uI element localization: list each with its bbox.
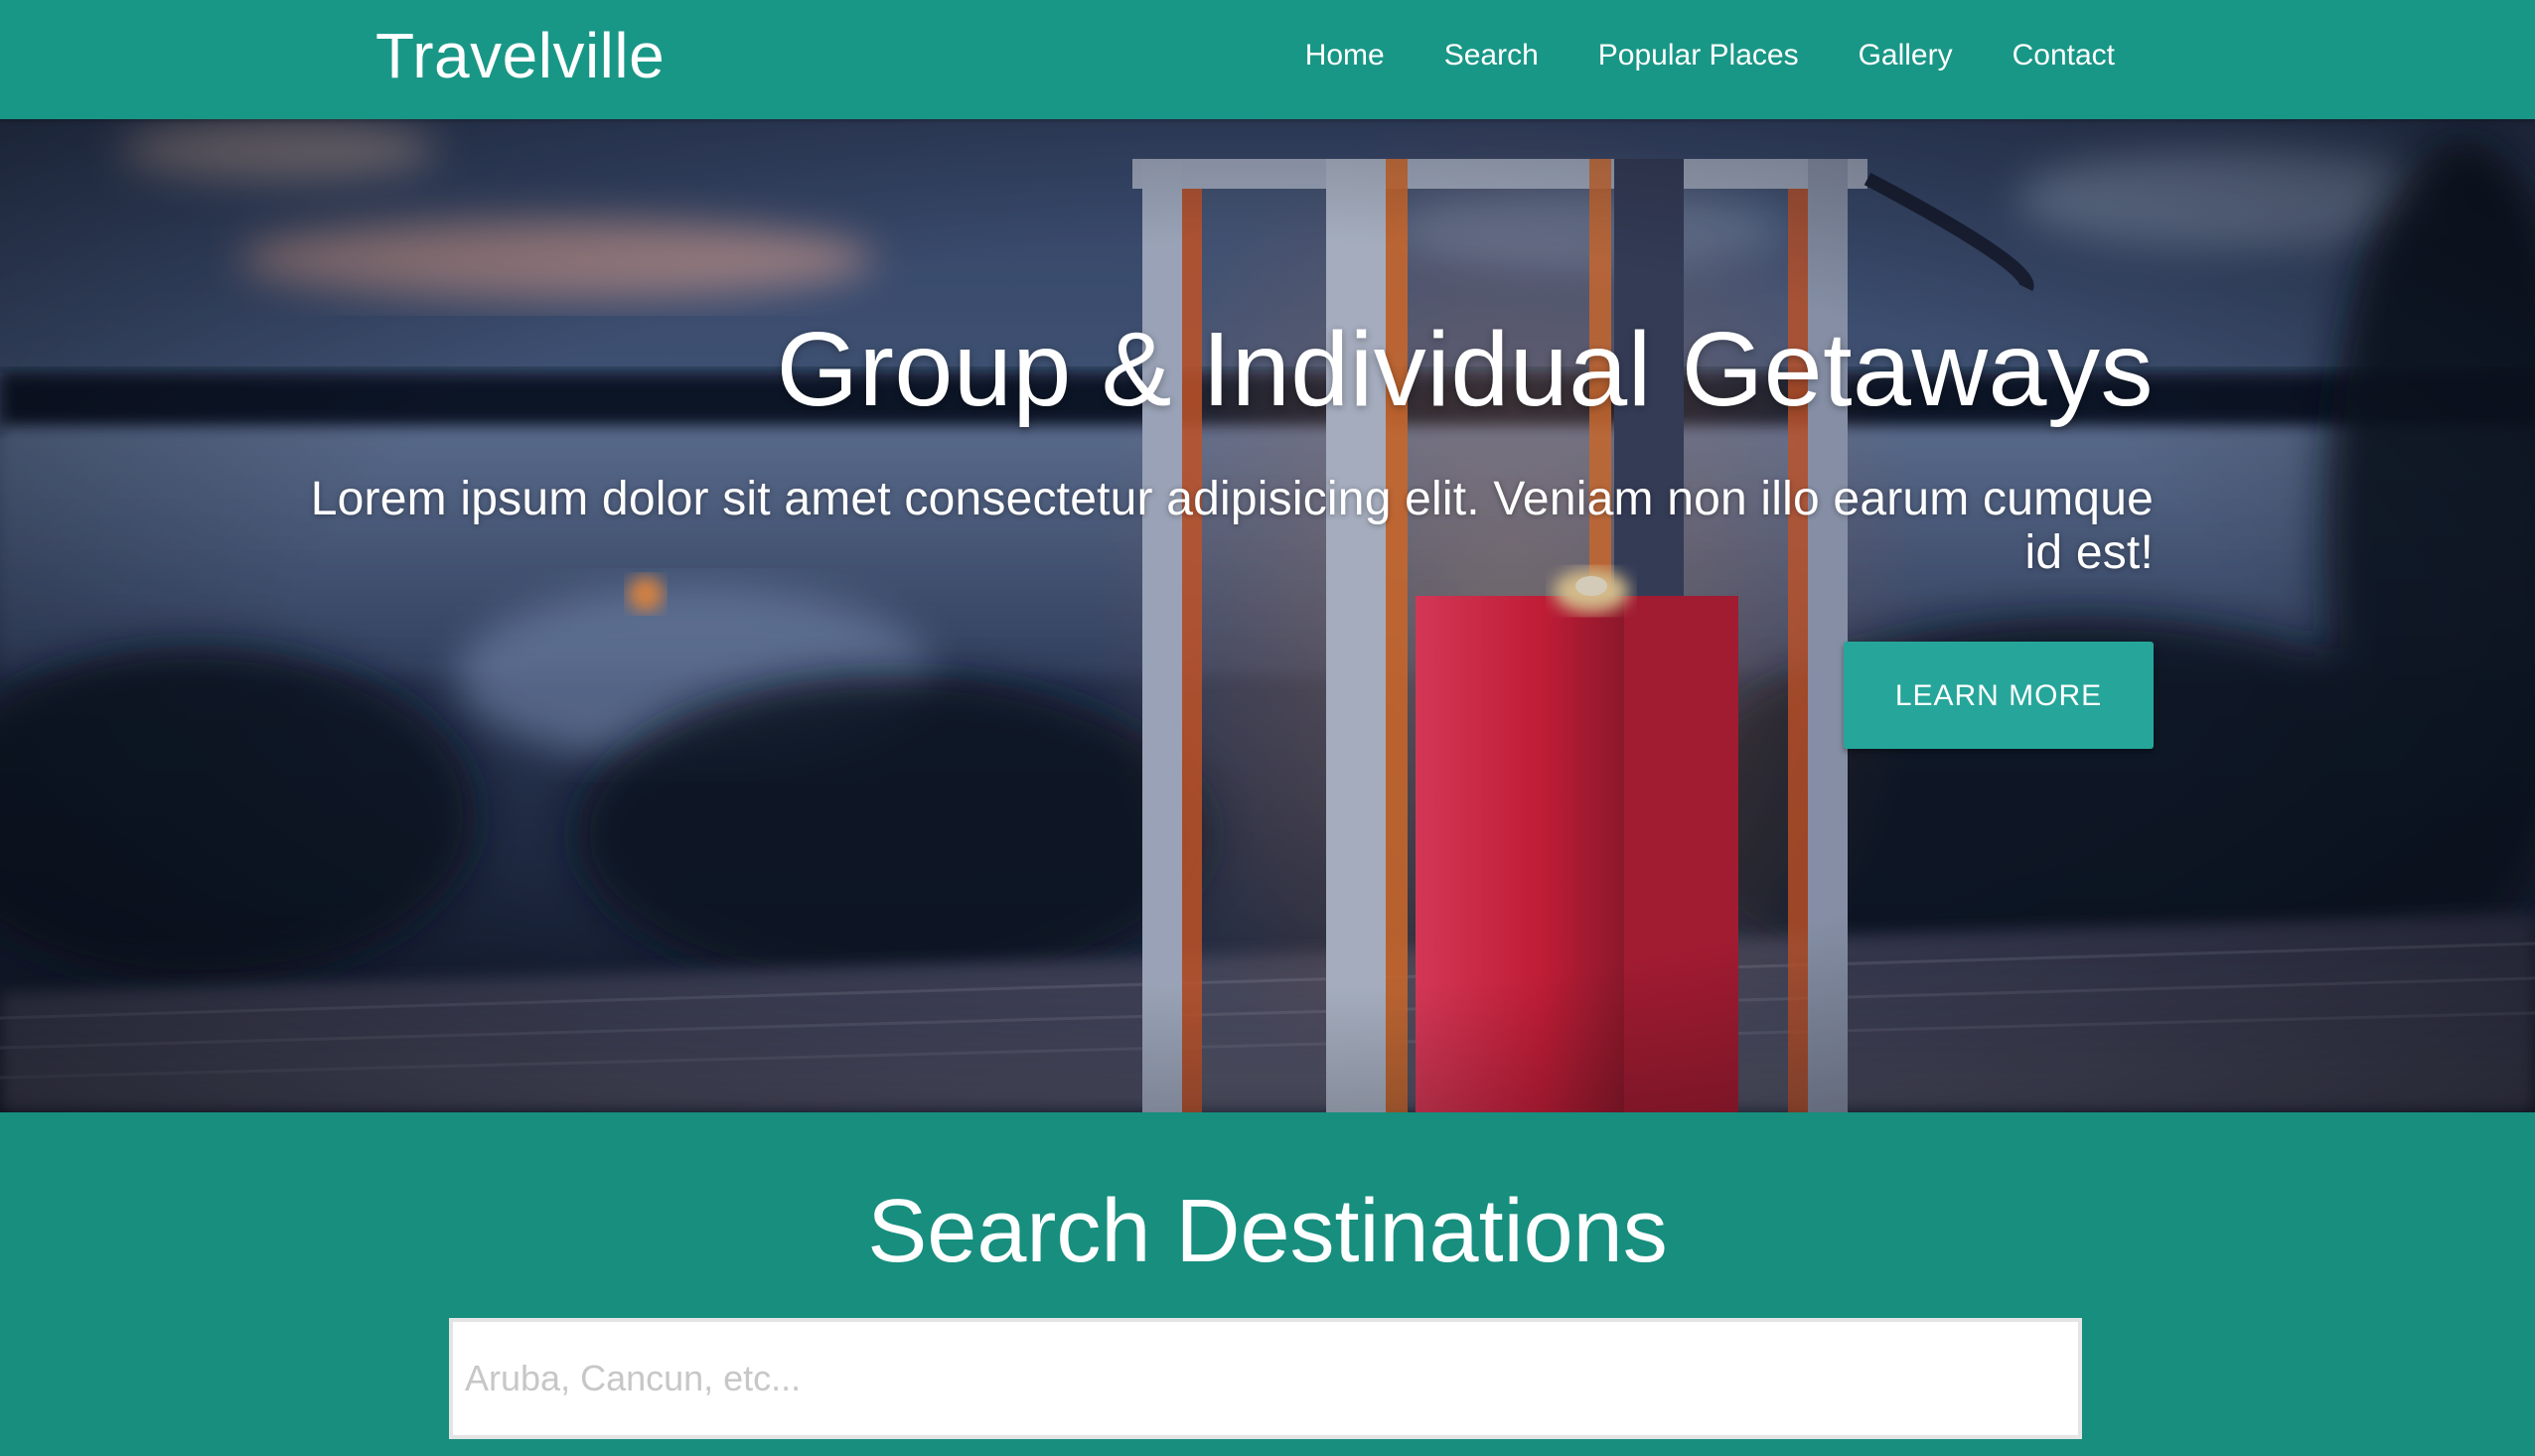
search-section-title: Search Destinations [867,1182,1668,1281]
learn-more-button[interactable]: LEARN MORE [1844,642,2154,749]
nav-menu: Home Search Popular Places Gallery Conta… [1275,0,2145,111]
nav-link-home[interactable]: Home [1275,39,1415,73]
hero-section: Group & Individual Getaways Lorem ipsum … [0,119,2535,1112]
hero-content: Group & Individual Getaways Lorem ipsum … [266,310,2154,749]
nav-link-contact[interactable]: Contact [1983,39,2145,73]
search-section: Search Destinations [0,1112,2535,1456]
hero-subtitle: Lorem ipsum dolor sit amet consectetur a… [310,473,2154,579]
nav-link-gallery[interactable]: Gallery [1829,39,1983,73]
nav-link-search[interactable]: Search [1415,39,1568,73]
hero-title: Group & Individual Getaways [776,311,2154,428]
brand-logo-link[interactable]: Travelville [375,20,665,91]
destination-search-input[interactable] [449,1318,2082,1439]
nav-link-popular-places[interactable]: Popular Places [1568,39,1829,73]
top-navbar: Travelville Home Search Popular Places G… [0,0,2535,119]
